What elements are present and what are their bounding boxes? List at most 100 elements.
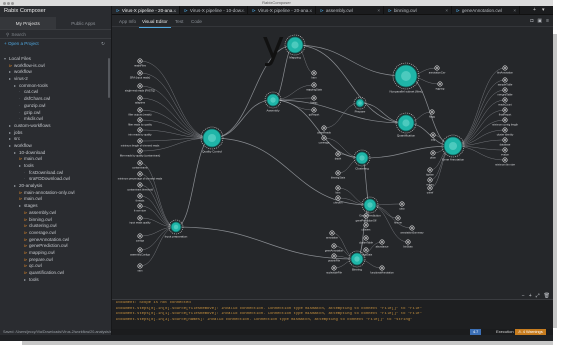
port-node[interactable]: coverage xyxy=(319,135,330,145)
close-icon[interactable]: × xyxy=(241,6,244,14)
tree-item[interactable]: ▸ tools xyxy=(0,277,111,284)
tree-item[interactable]: · gzip.cwl xyxy=(0,110,111,117)
port-node[interactable]: sampleTable xyxy=(498,77,513,87)
file-tab[interactable]: ⊳ binning.cwl × xyxy=(384,6,452,14)
execution-button[interactable]: Execution xyxy=(496,329,514,335)
port-node[interactable]: mergedTable xyxy=(498,87,514,97)
port-node[interactable]: checkm xyxy=(334,195,343,205)
tree-item[interactable]: ▾ Local Files xyxy=(0,56,111,63)
port-node[interactable]: bam xyxy=(311,70,317,80)
port-node[interactable]: database xyxy=(500,137,511,147)
tree-item[interactable]: · dsfChars.cwl xyxy=(0,96,111,103)
port-node[interactable]: minimum percentage of trimmed reads xyxy=(118,171,163,181)
port-node[interactable]: input reads quality xyxy=(129,215,151,225)
search-input[interactable]: ⚲ Search xyxy=(0,30,111,39)
close-icon[interactable]: × xyxy=(445,6,448,14)
tab-app-info[interactable]: App Info xyxy=(116,16,139,27)
port-node[interactable]: nucleotideFile xyxy=(326,265,343,275)
tree-item[interactable]: ⊳ mapping.cwl xyxy=(0,250,111,257)
port-node[interactable]: depth xyxy=(335,151,342,161)
sidebar-scrollbar[interactable] xyxy=(108,58,110,98)
file-tab[interactable]: ⊳ Virus-X pipeline - 10-dow... × xyxy=(180,6,248,14)
tree-item[interactable]: ▸ src xyxy=(0,136,111,143)
port-node[interactable]: single-end reads (FASTQ) xyxy=(125,83,155,93)
port-node[interactable]: bins xyxy=(335,185,341,195)
tree-item[interactable]: · cat.cwl xyxy=(0,89,111,96)
port-node[interactable]: trim reads by quality xyxy=(128,127,152,137)
refresh-icon[interactable]: ↻ xyxy=(101,39,105,48)
tree-item[interactable]: ⊳ geneAnnotation.cwl xyxy=(0,237,111,244)
tab-visual-editor[interactable]: Visual Editor xyxy=(139,16,171,28)
port-node[interactable]: binAnnotation xyxy=(497,65,513,75)
port-node[interactable]: annotation xyxy=(326,230,339,240)
tree-item[interactable]: ▸ stages xyxy=(0,203,111,210)
tree-item[interactable]: ⊳ prepare.cwl xyxy=(0,257,111,264)
tree-item[interactable]: ▸ jobs xyxy=(0,130,111,137)
port-node[interactable]: eggnog xyxy=(436,81,445,91)
port-node[interactable]: cazy xyxy=(399,201,405,211)
port-node[interactable]: hmmer xyxy=(394,215,402,225)
stage-node[interactable]: Nonparallel subset (files) xyxy=(389,62,423,94)
close-icon[interactable]: × xyxy=(513,6,516,14)
port-node[interactable]: functionalAnnotation xyxy=(370,265,394,275)
tree-item[interactable]: ▸ custom-workflows xyxy=(0,123,111,130)
stage-node[interactable]: Gene Annotation xyxy=(441,134,465,162)
tree-item[interactable]: ▸ workflow xyxy=(0,143,111,150)
tree-item[interactable]: ▸ 20-analysis xyxy=(0,183,111,190)
stage-node[interactable]: Prepare xyxy=(353,96,367,114)
camera-icon[interactable]: ◘ xyxy=(530,18,533,24)
port-node[interactable]: sam xyxy=(137,263,143,273)
port-node[interactable]: contaminant threshold xyxy=(127,182,153,192)
tree-item[interactable]: ⊳ main.cwl xyxy=(0,156,111,163)
version-badge[interactable]: 4.7 xyxy=(470,329,482,335)
stage-node[interactable]: Gene Prediction xyxy=(359,196,381,218)
port-node[interactable]: annotationSummary xyxy=(400,225,424,235)
tab-menu-icon[interactable]: ▾ xyxy=(542,6,545,15)
port-node[interactable]: SRA (input reads) xyxy=(130,70,151,80)
tree-item[interactable]: · gunzip.cwl xyxy=(0,103,111,110)
tree-item[interactable]: ⊳ clustering.cwl xyxy=(0,223,111,230)
open-project-button[interactable]: + Open a Project ↻ xyxy=(0,39,111,48)
port-node[interactable]: contigs xyxy=(136,233,145,243)
window-controls[interactable] xyxy=(3,1,15,5)
file-tab[interactable]: ⊳ Virus-X pipeline - 20-ana... × xyxy=(248,6,316,14)
tree-item[interactable]: ⊳ coverage.cwl xyxy=(0,230,111,237)
more-icon[interactable]: ≡ xyxy=(546,18,549,24)
tree-item[interactable]: ⊳ workflow-is.cwl xyxy=(0,63,111,70)
tree-item[interactable]: ⊳ assembly.cwl xyxy=(0,210,111,217)
stage-node[interactable]: Quantification xyxy=(395,112,417,138)
stage-node[interactable]: Quality Control xyxy=(200,126,224,154)
port-node[interactable]: pfam xyxy=(430,150,436,160)
port-node[interactable]: binningStats xyxy=(331,170,346,180)
file-tab[interactable]: ⊳ Virus-X pipeline - 20-ana... × xyxy=(112,6,180,14)
port-node[interactable]: kegg xyxy=(429,109,435,119)
save-icon[interactable]: ▣ xyxy=(537,18,542,24)
close-icon[interactable]: × xyxy=(377,6,380,14)
close-icon[interactable]: × xyxy=(173,6,176,14)
port-node[interactable]: abundance xyxy=(376,239,389,249)
port-node[interactable]: fastqc xyxy=(311,95,319,105)
port-node[interactable]: clusterTable xyxy=(359,235,373,245)
warnings-button[interactable]: ⚠ 4 Warnings xyxy=(515,329,546,335)
workflow-graph[interactable]: readsFiles SRA (input reads) single-end re… xyxy=(112,28,553,296)
tab-code[interactable]: Code xyxy=(188,16,205,27)
tree-item[interactable]: ⊳ genePrediction.cwl xyxy=(0,243,111,250)
port-node[interactable]: minimum length of trimmed reads xyxy=(121,138,160,148)
port-node[interactable]: binStats xyxy=(403,239,413,249)
port-node[interactable]: readsCount xyxy=(498,97,512,107)
port-node[interactable]: evalue xyxy=(501,147,509,157)
tree-item[interactable]: ⊳ binning.cwl xyxy=(0,217,111,224)
tree-item[interactable]: · sraFDDownload.cwl xyxy=(0,176,111,183)
tab-test[interactable]: Test xyxy=(172,16,186,27)
port-node[interactable]: assemblyContigs xyxy=(130,247,151,256)
port-node[interactable]: annotationCsv xyxy=(429,65,446,75)
tab-my-projects[interactable]: My Projects xyxy=(0,17,56,29)
port-node[interactable]: filter reads by quality xyxy=(128,117,153,127)
tree-item[interactable]: ⊳ main-annotation-only.cwl xyxy=(0,190,111,197)
stage-node[interactable]: Clustering xyxy=(353,149,371,171)
port-node[interactable]: mappingStats xyxy=(306,82,323,92)
tree-item[interactable]: ▸ 10-download xyxy=(0,150,111,157)
add-tab-icon[interactable]: + xyxy=(533,6,536,15)
tree-item[interactable]: ⊳ quantification.cwl xyxy=(0,270,111,277)
port-node[interactable]: threads xyxy=(136,193,145,203)
